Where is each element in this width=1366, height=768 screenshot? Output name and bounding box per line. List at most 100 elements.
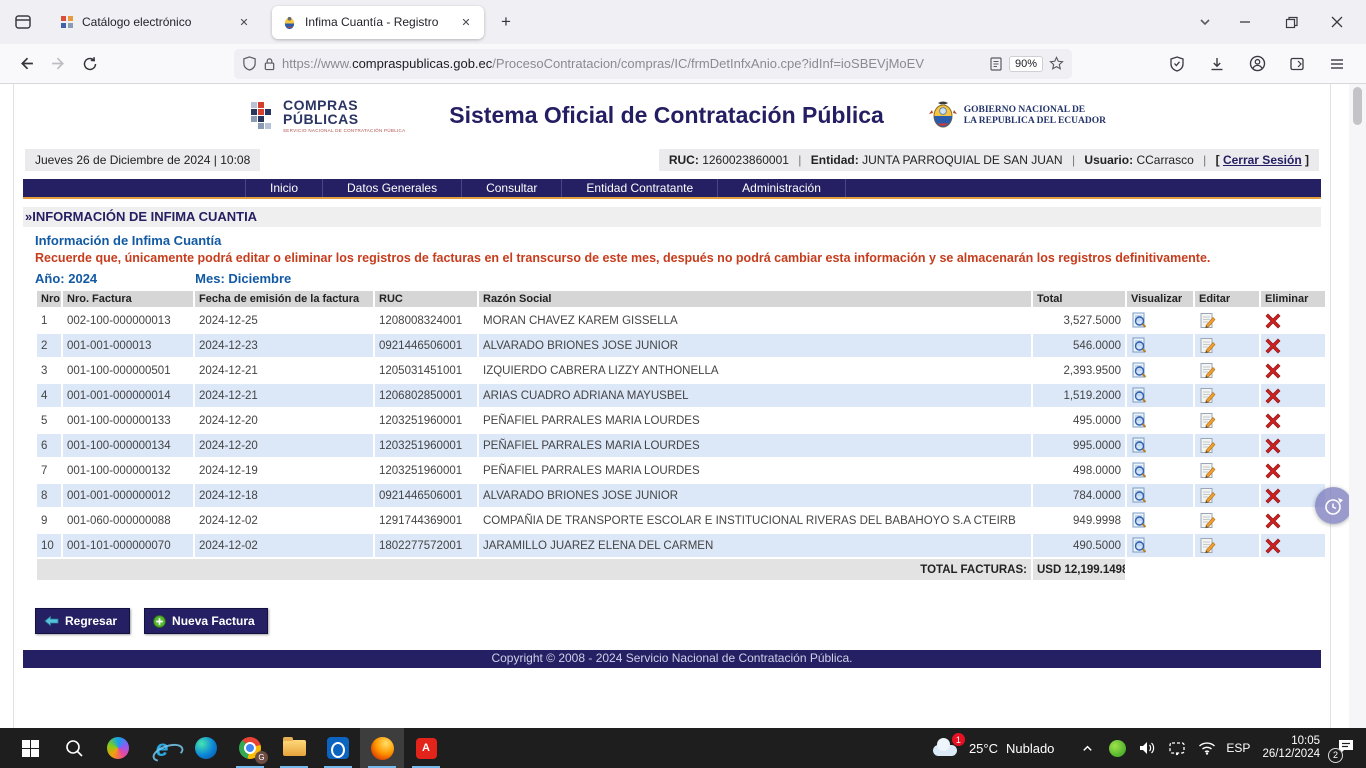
visualizar-icon[interactable] [1131,362,1148,379]
editar-icon[interactable] [1199,337,1216,354]
visualizar-icon[interactable] [1131,537,1148,554]
nav-item-0[interactable]: Inicio [245,179,323,197]
nav-item-2[interactable]: Consultar [462,179,562,197]
reader-mode-icon[interactable] [989,57,1003,71]
editar-icon[interactable] [1199,437,1216,454]
weather-widget[interactable]: 1 25°C Nublado [931,738,1054,758]
eliminar-icon[interactable] [1265,338,1281,354]
tab-infima-cuantia[interactable]: Infima Cuantía - Registro ✕ [272,6,484,39]
visualizar-icon[interactable] [1131,512,1148,529]
pocket-shield-icon[interactable] [1162,49,1192,79]
outlook-button[interactable] [316,728,360,768]
cast-screen-icon[interactable] [1166,741,1188,756]
regresar-button[interactable]: Regresar [35,608,130,634]
tracking-shield-icon[interactable] [242,56,257,71]
cell-total: 546.0000 [1033,334,1125,357]
visualizar-icon[interactable] [1131,312,1148,329]
eliminar-icon[interactable] [1265,438,1281,454]
editar-icon[interactable] [1199,362,1216,379]
eliminar-icon[interactable] [1265,313,1281,329]
visualizar-icon[interactable] [1131,487,1148,504]
forward-icon[interactable] [42,49,74,79]
browser-tab-bar: Catálogo electrónico ✕ Infima Cuantía - … [0,0,1366,44]
weather-cloud-icon: 1 [931,738,961,758]
nueva-factura-button[interactable]: Nueva Factura [144,608,268,634]
lock-icon[interactable] [263,57,276,71]
copilot-button[interactable] [96,728,140,768]
antivirus-tray-icon[interactable] [1106,740,1128,757]
url-text[interactable]: https://www.compraspublicas.gob.ec/Proce… [282,56,983,71]
file-explorer-button[interactable] [272,728,316,768]
internet-explorer-button[interactable]: e [140,728,184,768]
taskbar-clock[interactable]: 10:05 26/12/2024 [1262,735,1320,761]
language-indicator[interactable]: ESP [1226,741,1250,755]
nav-item-1[interactable]: Datos Generales [323,179,462,197]
bookmark-star-icon[interactable] [1049,56,1064,71]
volume-icon[interactable] [1136,740,1158,756]
eliminar-icon[interactable] [1265,413,1281,429]
cell-razon-social: ALVARADO BRIONES JOSE JUNIOR [479,334,1031,357]
back-icon[interactable] [10,49,42,79]
cell-editar [1195,459,1259,482]
visualizar-icon[interactable] [1131,337,1148,354]
nav-item-4[interactable]: Administración [718,179,846,197]
eliminar-icon[interactable] [1265,463,1281,479]
edge-button[interactable] [184,728,228,768]
new-tab-button[interactable]: + [492,8,520,36]
cell-razon-social: PEÑAFIEL PARRALES MARIA LOURDES [479,459,1031,482]
chrome-button[interactable]: G [228,728,272,768]
eliminar-icon[interactable] [1265,538,1281,554]
start-button[interactable] [8,728,52,768]
editar-icon[interactable] [1199,462,1216,479]
tab-close-icon[interactable]: ✕ [234,12,254,32]
editar-icon[interactable] [1199,412,1216,429]
cell-nro: 5 [37,409,61,432]
visualizar-icon[interactable] [1131,437,1148,454]
editar-icon[interactable] [1199,312,1216,329]
editar-icon[interactable] [1199,512,1216,529]
editar-icon[interactable] [1199,387,1216,404]
cell-factura: 001-001-000013 [63,334,193,357]
visualizar-icon[interactable] [1131,462,1148,479]
time-tracker-widget[interactable] [1315,487,1352,524]
scrollbar-thumb[interactable] [1353,87,1362,125]
sidebar-panel-icon[interactable] [1282,49,1312,79]
window-close-button[interactable] [1314,0,1360,44]
eliminar-icon[interactable] [1265,388,1281,404]
address-bar[interactable]: https://www.compraspublicas.gob.ec/Proce… [234,49,1072,79]
page-scrollbar[interactable] [1349,84,1366,728]
account-icon[interactable] [1242,49,1272,79]
tray-expand-chevron-icon[interactable] [1076,742,1098,755]
cell-fecha: 2024-12-02 [195,509,373,532]
firefox-view-icon[interactable] [6,7,40,37]
menu-hamburger-icon[interactable] [1322,49,1352,79]
list-all-tabs-icon[interactable] [1188,15,1222,29]
nav-item-3[interactable]: Entidad Contratante [562,179,718,197]
window-restore-button[interactable] [1268,0,1314,44]
cell-ruc: 0921446506001 [375,334,477,357]
tab-close-icon[interactable]: ✕ [456,12,476,32]
total-row: TOTAL FACTURAS: USD 12,199.1498 [37,559,1325,580]
window-minimize-button[interactable] [1222,0,1268,44]
logout-link[interactable]: Cerrar Sesión [1223,153,1302,167]
downloads-icon[interactable] [1202,49,1232,79]
firefox-button[interactable] [360,728,404,768]
editar-icon[interactable] [1199,487,1216,504]
visualizar-icon[interactable] [1131,387,1148,404]
wifi-icon[interactable] [1196,741,1218,755]
file-explorer-icon [283,740,306,756]
cell-eliminar [1261,359,1325,382]
reload-icon[interactable] [74,49,106,79]
editar-icon[interactable] [1199,537,1216,554]
zoom-level-chip[interactable]: 90% [1009,56,1043,72]
acrobat-button[interactable]: A [404,728,448,768]
visualizar-icon[interactable] [1131,412,1148,429]
cell-visualizar [1127,509,1193,532]
cell-factura: 001-100-000000133 [63,409,193,432]
notification-center-button[interactable]: 2 [1336,738,1356,759]
eliminar-icon[interactable] [1265,363,1281,379]
tab-catalogo-electronico[interactable]: Catálogo electrónico ✕ [50,6,262,39]
search-button[interactable] [52,728,96,768]
eliminar-icon[interactable] [1265,513,1281,529]
eliminar-icon[interactable] [1265,488,1281,504]
